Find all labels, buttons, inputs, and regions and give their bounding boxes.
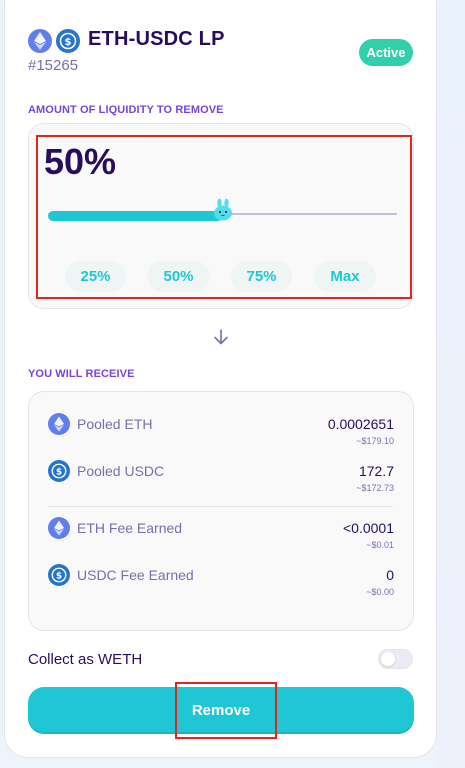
receive-row-pooled-usdc: $ Pooled USDC 172.7 ~$172.73 <box>48 460 394 500</box>
receive-label: Pooled ETH <box>77 416 153 432</box>
usdc-icon: $ <box>48 460 70 482</box>
eth-icon <box>28 29 52 53</box>
receive-divider <box>48 506 393 507</box>
preset-25-button[interactable]: 25% <box>65 261 126 292</box>
pair-icons: $ <box>28 29 80 53</box>
receive-row-pooled-eth: Pooled ETH 0.0002651 ~$179.10 <box>48 413 394 453</box>
receive-usd: ~$179.10 <box>356 436 394 446</box>
status-badge: Active <box>359 39 413 66</box>
toggle-knob <box>381 652 395 666</box>
percent-display: 50% <box>44 141 117 182</box>
svg-text:$: $ <box>56 572 62 582</box>
receive-row-eth-fee: ETH Fee Earned <0.0001 ~$0.01 <box>48 517 394 557</box>
eth-icon <box>48 413 70 435</box>
position-token-id: #15265 <box>28 57 79 74</box>
preset-50-button[interactable]: 50% <box>147 261 210 292</box>
receive-usd: ~$172.73 <box>356 483 394 493</box>
collect-weth-toggle[interactable] <box>378 649 413 669</box>
usdc-icon: $ <box>56 29 80 53</box>
receive-usd: ~$0.00 <box>366 587 394 597</box>
receive-usd: ~$0.01 <box>366 540 394 550</box>
usdc-icon: $ <box>48 564 70 586</box>
receive-value: 0 <box>386 567 394 583</box>
collect-weth-label: Collect as WETH <box>28 651 143 668</box>
receive-value: 0.0002651 <box>327 416 394 432</box>
slider-fill <box>48 211 223 221</box>
svg-text:$: $ <box>56 468 62 478</box>
slider-thumb-bunny-icon[interactable] <box>211 198 235 222</box>
receive-value: <0.0001 <box>343 520 394 536</box>
receive-section-label: YOU WILL RECEIVE <box>28 368 135 380</box>
receive-label: ETH Fee Earned <box>77 520 183 536</box>
background-strip <box>438 0 465 768</box>
receive-label: Pooled USDC <box>77 463 165 479</box>
preset-max-button[interactable]: Max <box>314 261 376 292</box>
svg-text:$: $ <box>65 37 72 48</box>
remove-button[interactable]: Remove <box>28 687 414 734</box>
receive-value: 172.7 <box>358 463 394 479</box>
receive-row-usdc-fee: $ USDC Fee Earned 0 ~$0.00 <box>48 564 394 604</box>
eth-icon <box>48 517 70 539</box>
preset-75-button[interactable]: 75% <box>231 261 292 292</box>
arrow-down-icon <box>212 328 230 351</box>
receive-label: USDC Fee Earned <box>77 567 194 583</box>
amount-section-label: AMOUNT OF LIQUIDITY TO REMOVE <box>28 104 224 116</box>
pair-title: ETH-USDC LP <box>88 28 225 50</box>
